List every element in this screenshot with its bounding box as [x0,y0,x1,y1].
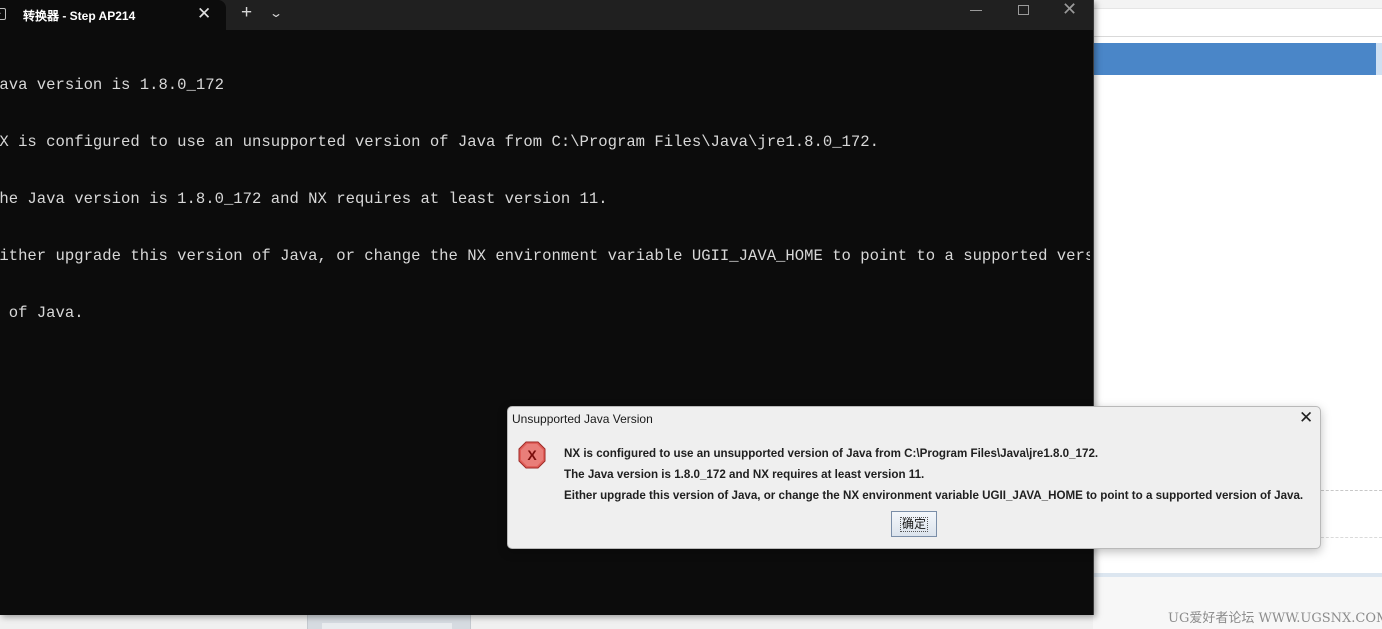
close-window-icon[interactable]: ✕ [1062,0,1077,19]
background-dashed-line-2 [1321,537,1382,538]
ok-button-label: 确定 [899,516,928,532]
error-icon-letter: X [527,447,537,463]
dialog-message-line: The Java version is 1.8.0_172 and NX req… [564,468,925,481]
error-x-icon: X [518,441,546,469]
terminal-tab[interactable]: 转换器 - Step AP214 ✕ [0,0,226,30]
dialog-message: NX is configured to use an unsupported v… [564,443,1303,506]
ok-button[interactable]: 确定 [891,511,937,537]
dialog-close-icon[interactable]: ✕ [1299,407,1313,429]
watermark: UG爱好者论坛 WWW.UGSNX.COM [1168,611,1382,626]
new-tab-icon[interactable]: + [241,3,252,23]
dialog-message-line: NX is configured to use an unsupported v… [564,447,1099,460]
minimize-icon[interactable] [970,1,984,17]
terminal-icon [0,8,6,20]
background-dashed-line [1321,490,1382,491]
console-output[interactable]: Java version is 1.8.0_172 NX is configur… [0,38,1090,361]
background-selected-row[interactable] [1093,43,1382,75]
unsupported-java-dialog: Unsupported Java Version ✕ X NX is confi… [507,406,1321,549]
console-line: Java version is 1.8.0_172 [0,76,224,94]
taskbar-tile[interactable] [307,615,471,629]
background-window-top-strip [1093,0,1382,9]
chevron-down-icon[interactable]: ⌄ [269,5,283,21]
tab-close-icon[interactable]: ✕ [197,4,211,24]
terminal-titlebar[interactable]: 转换器 - Step AP214 ✕ + ⌄ ✕ [0,0,1093,30]
tab-title: 转换器 - Step AP214 [23,9,136,23]
desktop: 转换器 - Step AP214 ✕ + ⌄ ✕ Java version is… [0,0,1382,629]
background-window-divider [1093,36,1382,37]
console-line: n of Java. [8,304,84,322]
console-line: NX is configured to use an unsupported v… [0,133,879,151]
console-line: The Java version is 1.8.0_172 and NX req… [0,190,608,208]
dialog-title: Unsupported Java Version [512,412,653,426]
maximize-icon[interactable] [1018,5,1029,15]
taskbar-tile-inner [322,623,452,629]
console-line: Either upgrade this version of Java, or … [0,247,1090,265]
taskbar-fragment [0,615,1093,629]
background-selected-row-edge [1376,43,1382,75]
dialog-message-line: Either upgrade this version of Java, or … [564,489,1304,502]
